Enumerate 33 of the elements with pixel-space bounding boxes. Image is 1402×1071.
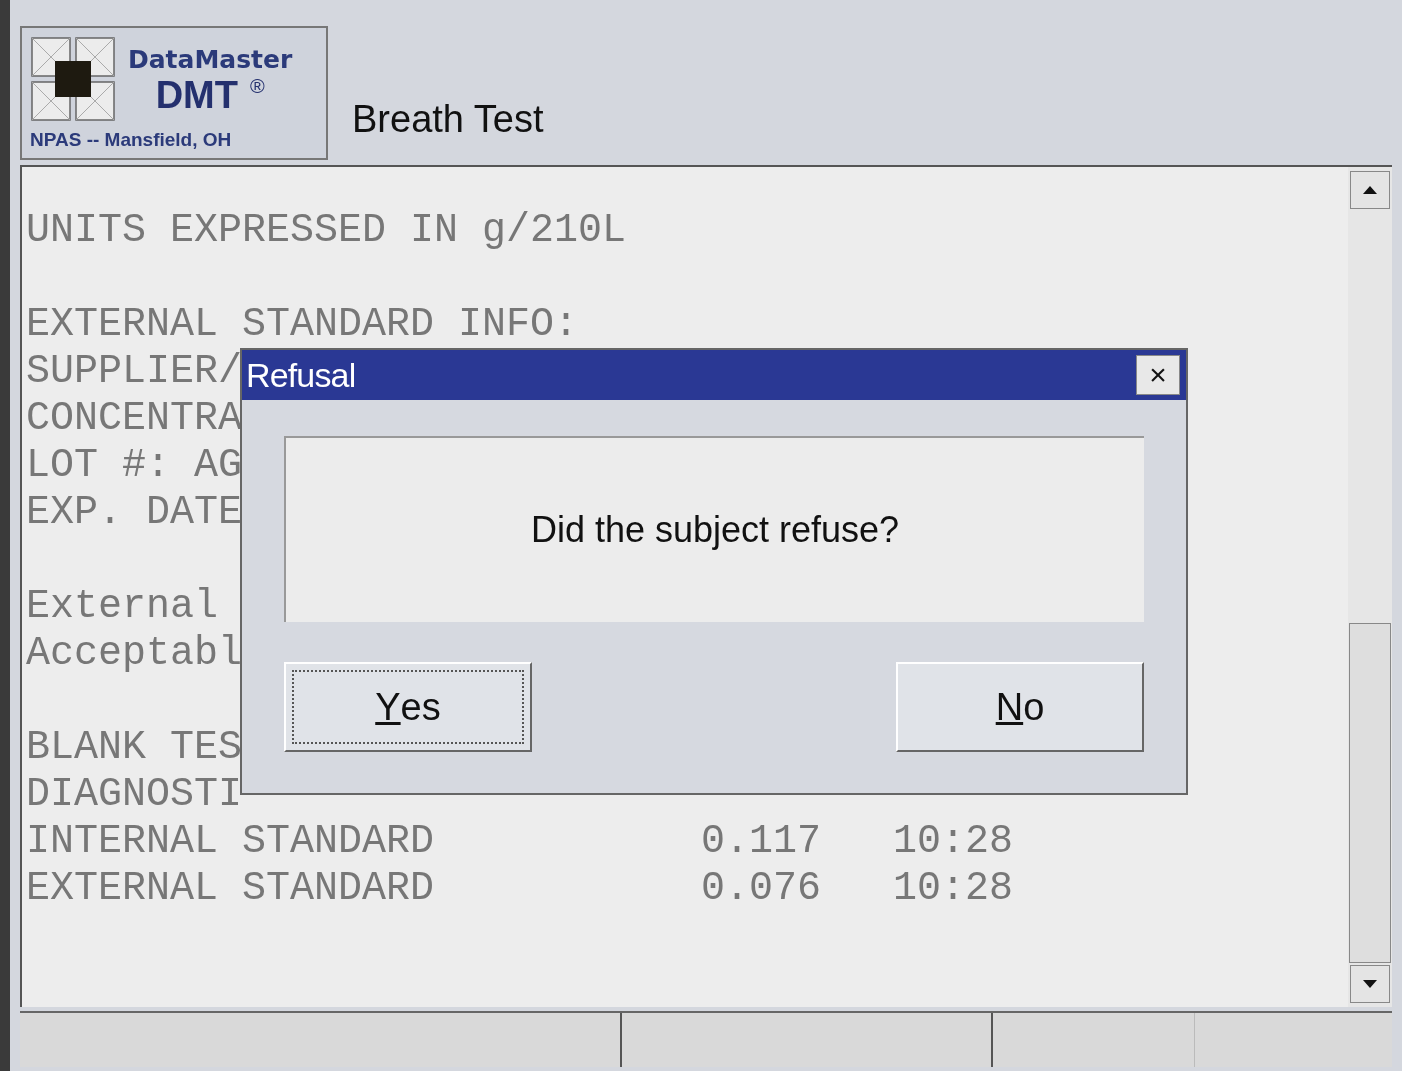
dialog-message: Did the subject refuse? <box>530 508 900 552</box>
down-triangle-icon <box>1363 980 1377 988</box>
report-line: EXP. DATE <box>26 490 243 535</box>
logo-icon <box>30 36 116 122</box>
dialog-button[interactable]: Yes <box>284 662 532 752</box>
report-line: SUPPLIER/ <box>26 349 243 394</box>
window-title: Breath Test <box>352 97 544 142</box>
report-cell-text: EXTERNAL STANDARD <box>26 865 436 912</box>
report-line: BLANK TES <box>26 725 243 770</box>
registered-mark: ® <box>249 75 265 96</box>
report-cell-text: 0.076 <box>701 865 823 912</box>
report-line: EXTERNAL STANDARD INFO: <box>26 302 579 347</box>
logo-model: DMT <box>155 75 238 114</box>
report-line: UNITS EXPRESSED IN g/210L <box>26 208 627 253</box>
report-cell: 10:28 <box>893 865 1014 912</box>
report-line: DIAGNOSTI <box>26 772 243 817</box>
report-line: External <box>26 584 219 629</box>
report-line: CONCENTRA <box>26 396 243 441</box>
report-cell: 10:28 <box>893 818 1014 865</box>
scroll-thumb[interactable] <box>1349 623 1391 963</box>
dialog-button[interactable]: No <box>896 662 1144 752</box>
dialog-title: Refusal <box>246 354 356 396</box>
logo-title: DataMaster <box>128 44 293 76</box>
report-line: Acceptabl <box>26 631 243 676</box>
close-button[interactable]: × <box>1136 355 1180 395</box>
report-cell-text: 0.117 <box>701 818 823 865</box>
logo-location: NPAS -- Mansfield, OH <box>30 128 233 152</box>
report-line: LOT #: AG <box>26 443 243 488</box>
scroll-down-button[interactable] <box>1350 965 1390 1003</box>
scroll-up-button[interactable] <box>1350 171 1390 209</box>
report-cell-text: INTERNAL STANDARD <box>26 818 436 865</box>
scrollbar[interactable] <box>1348 165 1392 1007</box>
up-triangle-icon <box>1363 186 1377 194</box>
